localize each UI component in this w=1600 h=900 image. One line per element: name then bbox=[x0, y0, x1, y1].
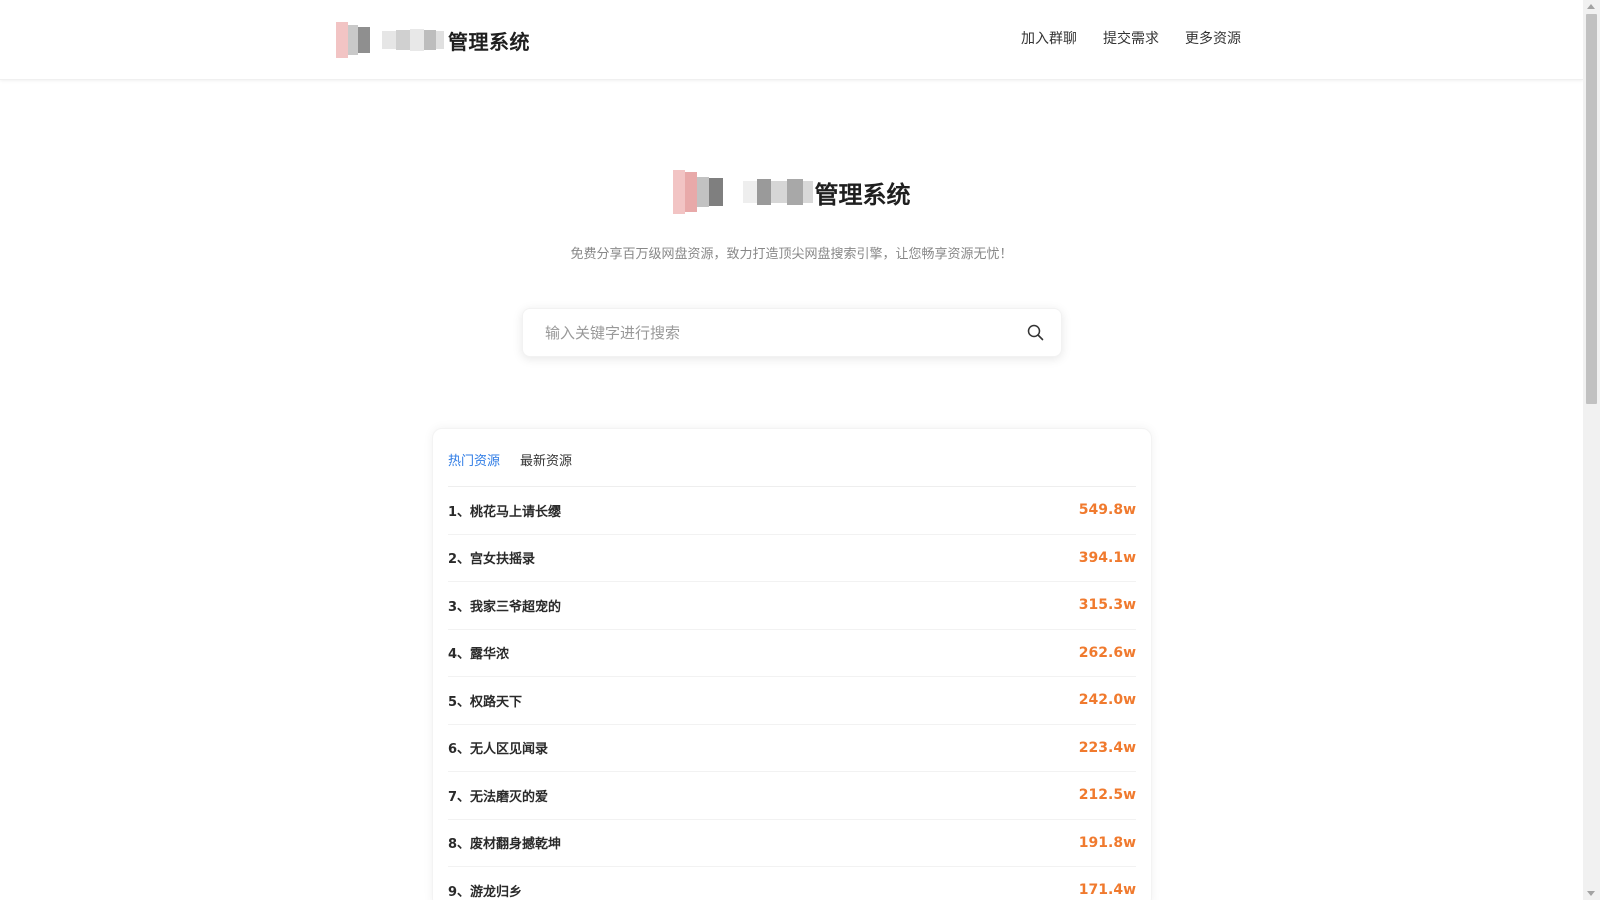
resource-list: 1、桃花马上请长缨 549.8w 2、宫女扶摇录 394.1w 3、我家三爷超宠… bbox=[448, 487, 1136, 900]
resource-name: 6、无人区见闻录 bbox=[448, 742, 549, 758]
list-item[interactable]: 7、无法磨灭的爱 212.5w bbox=[448, 772, 1136, 820]
scroll-thumb[interactable] bbox=[1586, 14, 1597, 404]
list-item[interactable]: 3、我家三爷超宠的 315.3w bbox=[448, 582, 1136, 630]
top-nav: 加入群聊 提交需求 更多资源 bbox=[1021, 28, 1241, 48]
nav-submit-request[interactable]: 提交需求 bbox=[1103, 28, 1159, 48]
resource-name: 9、游龙归乡 bbox=[448, 884, 523, 900]
scroll-down-icon[interactable] bbox=[1587, 891, 1595, 896]
resource-count: 394.1w bbox=[1078, 549, 1136, 566]
hero-title: 管理系统 bbox=[814, 180, 911, 209]
resource-count: 549.8w bbox=[1078, 502, 1136, 519]
tab-latest-resources[interactable]: 最新资源 bbox=[520, 446, 572, 469]
resource-name: 1、桃花马上请长缨 bbox=[448, 504, 562, 520]
resource-count: 191.8w bbox=[1078, 834, 1136, 851]
search-input[interactable] bbox=[523, 309, 1009, 356]
resource-name: 7、无法磨灭的爱 bbox=[448, 789, 549, 805]
resource-name: 2、宫女扶摇录 bbox=[448, 552, 536, 568]
nav-join-group[interactable]: 加入群聊 bbox=[1021, 28, 1077, 48]
list-item[interactable]: 1、桃花马上请长缨 549.8w bbox=[448, 487, 1136, 535]
nav-more-resources[interactable]: 更多资源 bbox=[1185, 28, 1241, 48]
site-logo[interactable]: 管理系统 bbox=[336, 20, 530, 60]
resource-name: 3、我家三爷超宠的 bbox=[448, 599, 562, 615]
resource-tabs: 热门资源 最新资源 bbox=[448, 429, 1136, 487]
logo-image bbox=[336, 22, 444, 58]
search-icon bbox=[1027, 324, 1043, 341]
scroll-up-icon[interactable] bbox=[1587, 4, 1595, 9]
search-box bbox=[522, 308, 1062, 357]
tab-hot-resources[interactable]: 热门资源 bbox=[448, 446, 500, 469]
list-item[interactable]: 4、露华浓 262.6w bbox=[448, 630, 1136, 677]
resource-count: 223.4w bbox=[1078, 739, 1136, 756]
site-title: 管理系统 bbox=[448, 29, 530, 54]
resource-name: 8、废材翻身撼乾坤 bbox=[448, 837, 562, 853]
site-header: 管理系统 加入群聊 提交需求 更多资源 bbox=[0, 0, 1583, 80]
resource-name: 4、露华浓 bbox=[448, 647, 510, 663]
resource-count: 171.4w bbox=[1078, 882, 1136, 899]
resource-count: 262.6w bbox=[1078, 644, 1136, 661]
search-button[interactable] bbox=[1009, 309, 1061, 356]
list-item[interactable]: 2、宫女扶摇录 394.1w bbox=[448, 535, 1136, 582]
resource-count: 315.3w bbox=[1078, 597, 1136, 614]
hero-logo-image bbox=[672, 170, 813, 214]
resource-count: 212.5w bbox=[1078, 787, 1136, 804]
hero-logo: 管理系统 bbox=[0, 170, 1583, 214]
page-scrollbar[interactable] bbox=[1583, 0, 1600, 900]
tagline: 免费分享百万级网盘资源，致力打造顶尖网盘搜索引擎，让您畅享资源无忧！ bbox=[570, 247, 1013, 262]
list-item[interactable]: 5、权路天下 242.0w bbox=[448, 677, 1136, 725]
resource-count: 242.0w bbox=[1078, 692, 1136, 709]
resource-name: 5、权路天下 bbox=[448, 694, 523, 710]
list-item[interactable]: 6、无人区见闻录 223.4w bbox=[448, 725, 1136, 772]
list-item[interactable]: 9、游龙归乡 171.4w bbox=[448, 867, 1136, 900]
list-item[interactable]: 8、废材翻身撼乾坤 191.8w bbox=[448, 820, 1136, 867]
resource-card: 热门资源 最新资源 1、桃花马上请长缨 549.8w 2、宫女扶摇录 394.1… bbox=[432, 428, 1152, 900]
